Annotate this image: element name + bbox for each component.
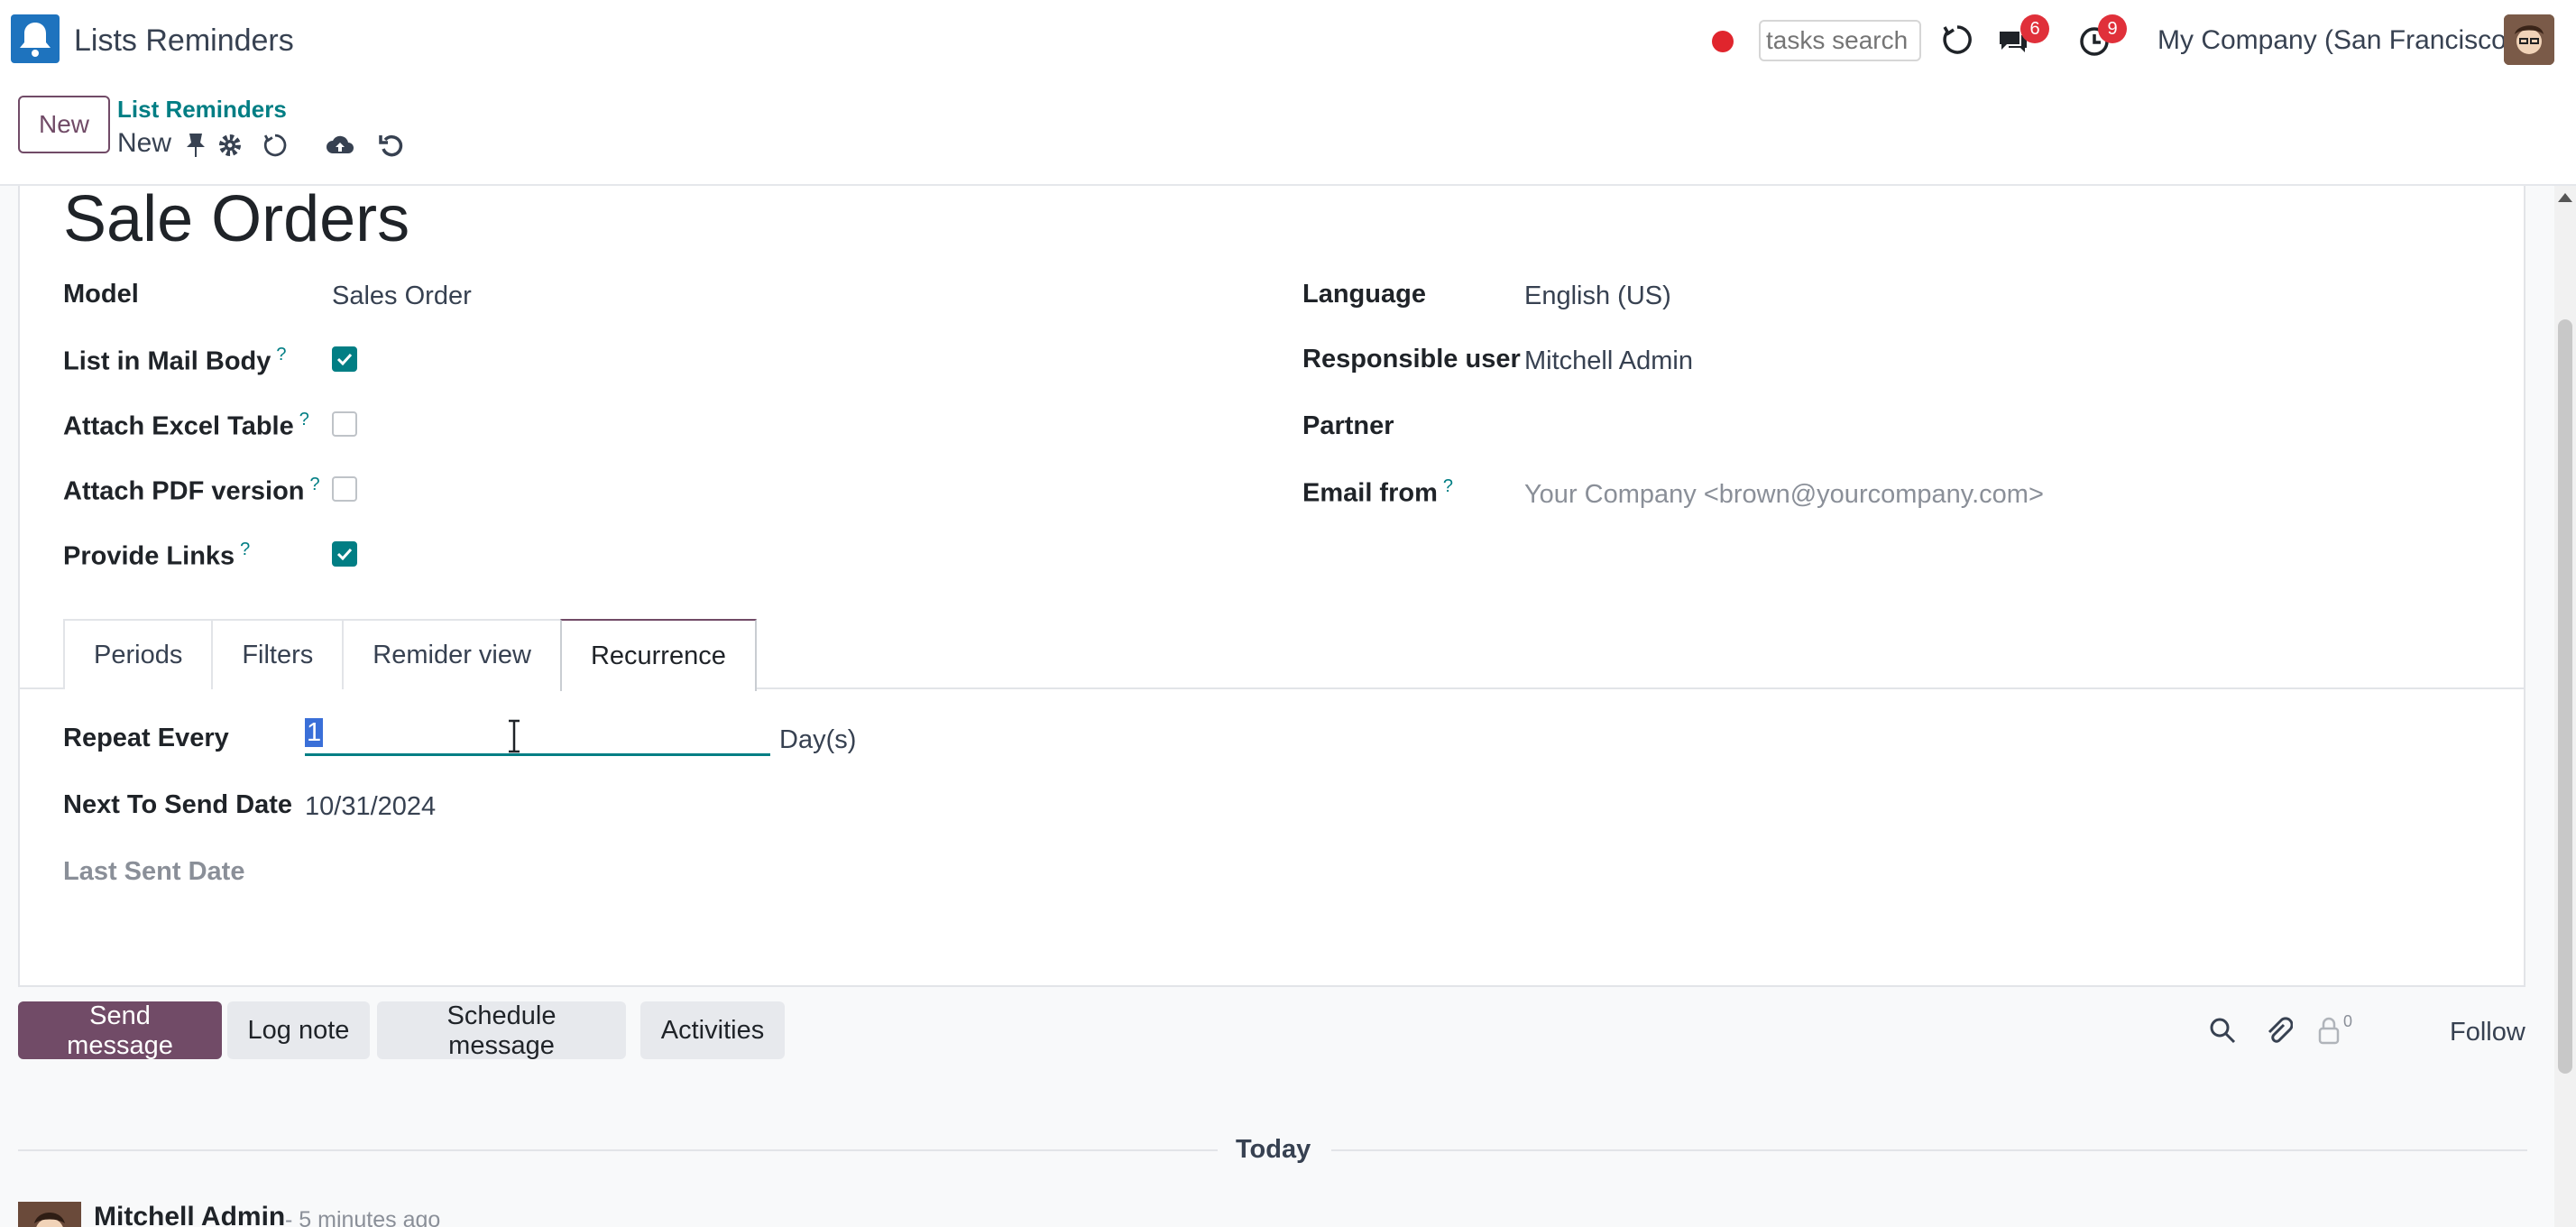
today-separator: Today — [1236, 1135, 1311, 1164]
schedule-message-button[interactable]: Schedule message — [377, 1001, 626, 1060]
discard-undo-icon[interactable] — [375, 130, 406, 161]
provide-links-label: Provide Links? — [63, 540, 250, 572]
divider-left — [18, 1149, 1218, 1151]
divider-right — [1331, 1149, 2527, 1151]
tab-periods[interactable]: Periods — [63, 619, 214, 689]
messages-badge: 6 — [2020, 14, 2049, 43]
attach-pdf-version-label-text: Attach PDF version — [63, 476, 305, 506]
search-icon[interactable] — [2204, 1012, 2240, 1048]
new-button[interactable]: New — [18, 96, 110, 153]
provide-links-checkbox[interactable] — [332, 541, 357, 567]
last-sent-date-label: Last Sent Date — [63, 857, 245, 886]
help-icon[interactable]: ? — [240, 540, 250, 559]
attach-excel-table-checkbox[interactable] — [332, 411, 357, 437]
partner-field[interactable] — [1524, 413, 2336, 446]
text-cursor-icon — [503, 718, 525, 754]
message-author-avatar[interactable] — [18, 1202, 81, 1227]
language-value[interactable]: English (US) — [1524, 281, 1671, 311]
repeat-unit: Day(s) — [779, 725, 857, 754]
attach-pdf-version-checkbox[interactable] — [332, 476, 357, 502]
refresh-record-icon[interactable] — [260, 130, 290, 161]
attach-excel-table-label: Attach Excel Table? — [63, 410, 309, 442]
follow-button[interactable]: Follow — [2450, 1018, 2525, 1047]
cloud-upload-save-icon[interactable] — [325, 130, 355, 161]
model-label: Model — [63, 280, 139, 309]
responsible-user-label: Responsible user — [1302, 345, 1521, 374]
paperclip-icon[interactable] — [2260, 1012, 2296, 1048]
record-title[interactable]: Sale Orders — [63, 182, 409, 256]
tasks-search-input[interactable] — [1759, 20, 1921, 61]
user-avatar[interactable] — [2504, 14, 2554, 65]
scroll-up-arrow-icon[interactable] — [2558, 193, 2572, 202]
form-sheet: Sale Orders Model Sales Order List in Ma… — [18, 183, 2525, 987]
responsible-user-value[interactable]: Mitchell Admin — [1524, 346, 1693, 376]
refresh-icon[interactable] — [1939, 22, 1975, 58]
repeat-every-value: 1 — [305, 718, 324, 747]
help-icon[interactable]: ? — [276, 345, 286, 364]
list-in-mail-body-label-text: List in Mail Body — [63, 346, 271, 376]
gear-icon[interactable] — [215, 130, 245, 161]
breadcrumb-current: New — [117, 128, 172, 158]
pin-icon[interactable] — [180, 130, 211, 161]
message-author[interactable]: Mitchell Admin — [94, 1202, 285, 1227]
activities-button[interactable]: Activities — [640, 1001, 785, 1059]
record-indicator-icon[interactable] — [1712, 31, 1734, 52]
main-content: Sale Orders Model Sales Order List in Ma… — [0, 183, 2576, 1227]
app-title[interactable]: Lists Reminders — [74, 23, 294, 59]
check-icon — [336, 353, 353, 365]
partner-label: Partner — [1302, 411, 1394, 440]
repeat-every-label: Repeat Every — [63, 724, 229, 752]
message-timestamp: - 5 minutes ago — [285, 1207, 441, 1227]
provide-links-label-text: Provide Links — [63, 541, 235, 571]
list-in-mail-body-checkbox[interactable] — [332, 346, 357, 372]
check-icon — [336, 548, 353, 560]
help-icon[interactable]: ? — [1443, 476, 1453, 496]
tab-recurrence[interactable]: Recurrence — [559, 619, 757, 691]
log-note-button[interactable]: Log note — [227, 1001, 370, 1059]
repeat-every-input[interactable]: 1 — [305, 713, 770, 756]
followers-lock-icon[interactable] — [2311, 1012, 2347, 1048]
control-panel: New List Reminders New — [0, 81, 2576, 186]
model-value[interactable]: Sales Order — [332, 281, 472, 311]
email-from-value[interactable]: Your Company <brown@yourcompany.com> — [1524, 480, 2044, 510]
next-send-date-value[interactable]: 10/31/2024 — [305, 792, 436, 822]
send-message-button[interactable]: Send message — [18, 1001, 222, 1060]
tab-remider-view[interactable]: Remider view — [342, 619, 562, 689]
help-icon[interactable]: ? — [299, 410, 309, 429]
company-switcher[interactable]: My Company (San Francisco) — [2157, 25, 2516, 56]
notebook-tabs: Periods Filters Remider view Recurrence — [63, 619, 757, 691]
attach-pdf-version-label: Attach PDF version? — [63, 475, 320, 507]
bell-icon[interactable] — [11, 14, 60, 63]
followers-count: 0 — [2343, 1012, 2353, 1030]
scrollbar-thumb[interactable] — [2558, 319, 2572, 1074]
language-label: Language — [1302, 280, 1426, 309]
list-in-mail-body-label: List in Mail Body? — [63, 345, 287, 377]
top-navbar: Lists Reminders 6 9 My Company (San Fran… — [0, 0, 2576, 81]
email-from-label: Email from? — [1302, 476, 1453, 509]
activities-badge: 9 — [2098, 14, 2127, 43]
email-from-label-text: Email from — [1302, 478, 1438, 508]
attach-excel-table-label-text: Attach Excel Table — [63, 411, 294, 441]
help-icon[interactable]: ? — [310, 475, 320, 494]
breadcrumb-parent-link[interactable]: List Reminders — [117, 96, 287, 124]
tab-filters[interactable]: Filters — [211, 619, 345, 689]
next-send-date-label: Next To Send Date — [63, 790, 293, 819]
